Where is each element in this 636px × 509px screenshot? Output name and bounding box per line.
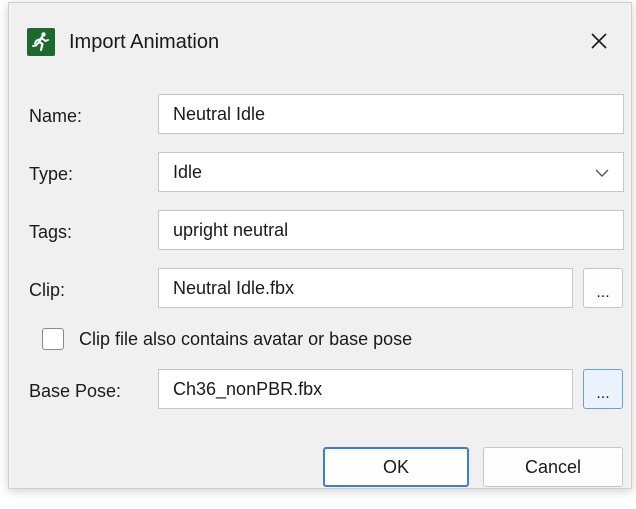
ok-button[interactable]: OK bbox=[323, 447, 469, 487]
close-button[interactable] bbox=[579, 21, 619, 61]
close-icon bbox=[591, 33, 607, 49]
tags-value: upright neutral bbox=[173, 219, 289, 240]
type-label: Type: bbox=[29, 164, 74, 184]
name-field[interactable]: Neutral Idle bbox=[158, 94, 624, 134]
cancel-button[interactable]: Cancel bbox=[483, 447, 623, 487]
contains-base-pose-checkbox[interactable] bbox=[42, 328, 64, 350]
type-select[interactable]: Idle bbox=[158, 152, 624, 192]
clip-browse-button[interactable]: ... bbox=[583, 268, 623, 308]
base-pose-value: Ch36_nonPBR.fbx bbox=[173, 378, 323, 399]
title-bar: Import Animation bbox=[9, 3, 631, 81]
chevron-down-icon bbox=[595, 169, 609, 177]
import-animation-dialog: Import Animation Name: Neutral Idle Type… bbox=[8, 2, 632, 489]
dialog-title: Import Animation bbox=[69, 31, 220, 53]
name-label: Name: bbox=[29, 106, 83, 126]
clip-value: Neutral Idle.fbx bbox=[173, 277, 295, 298]
tags-field[interactable]: upright neutral bbox=[158, 210, 624, 250]
running-figure-icon bbox=[27, 28, 55, 56]
base-pose-field[interactable]: Ch36_nonPBR.fbx bbox=[158, 369, 573, 409]
clip-label: Clip: bbox=[29, 280, 66, 300]
clip-field[interactable]: Neutral Idle.fbx bbox=[158, 268, 573, 308]
tags-label: Tags: bbox=[29, 222, 73, 242]
contains-base-pose-label: Clip file also contains avatar or base p… bbox=[79, 329, 413, 349]
base-pose-browse-button[interactable]: ... bbox=[583, 369, 623, 409]
base-pose-label: Base Pose: bbox=[29, 381, 122, 401]
name-value: Neutral Idle bbox=[173, 103, 266, 124]
type-value: Idle bbox=[173, 161, 203, 182]
